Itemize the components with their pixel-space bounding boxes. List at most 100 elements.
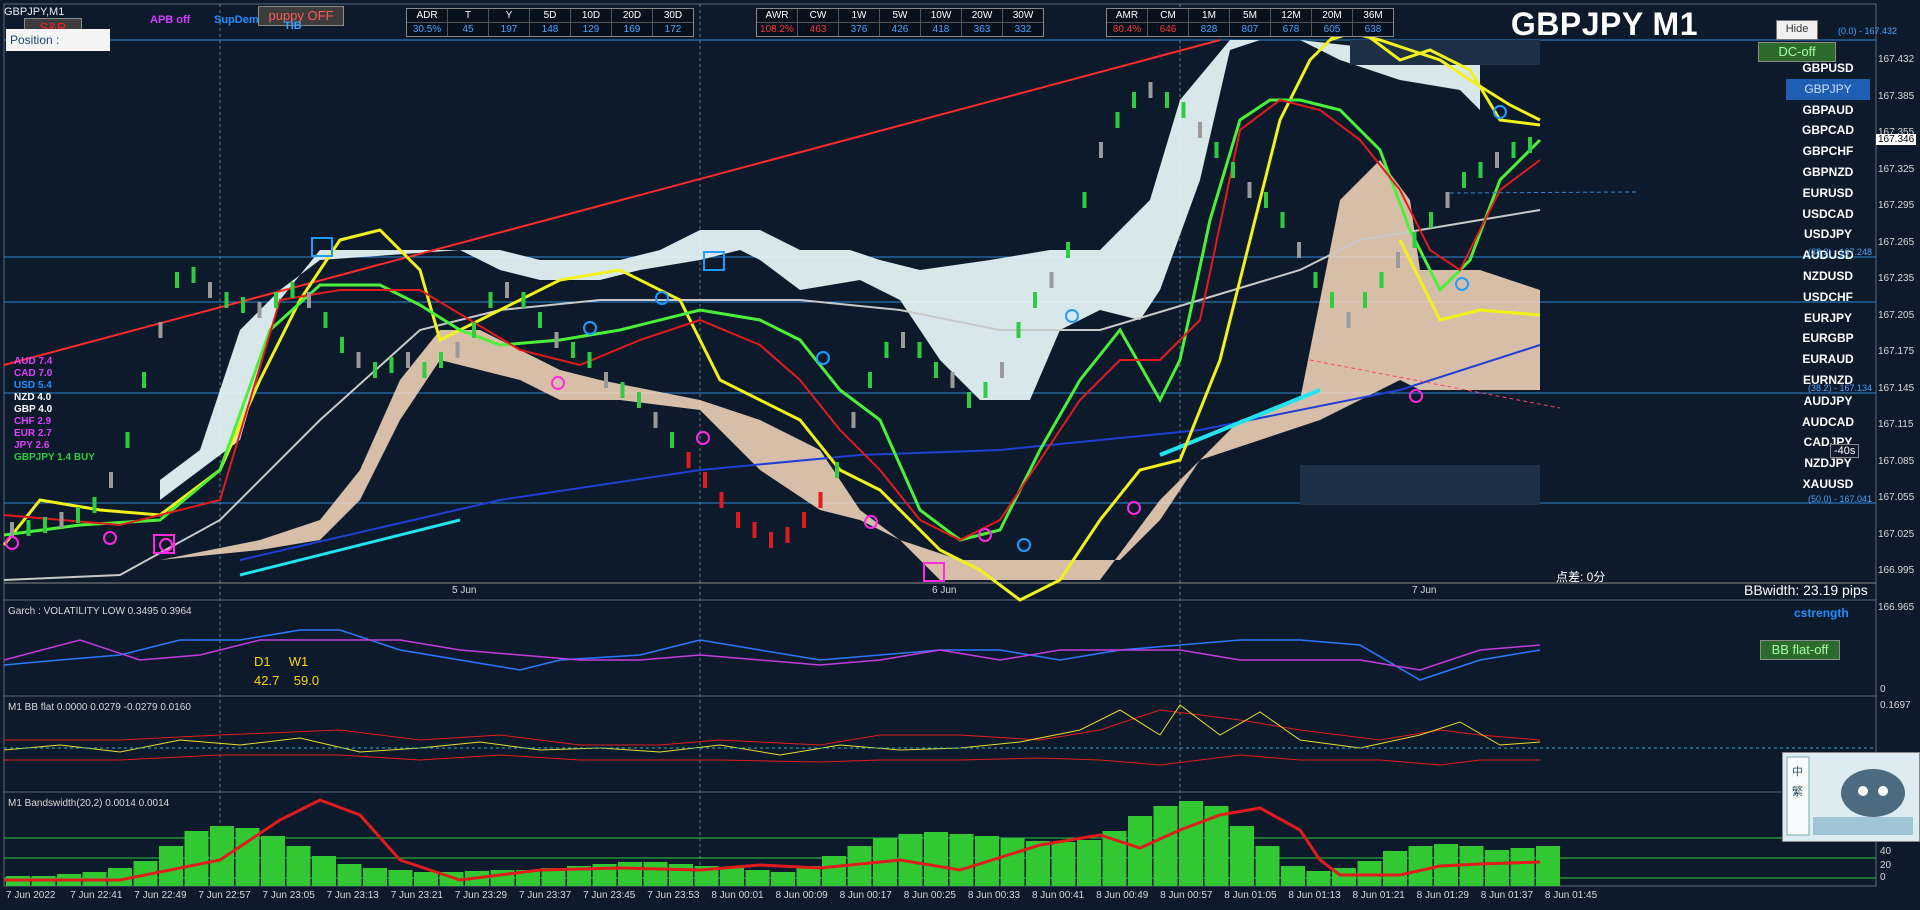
price-tick: 167.432 [1878,54,1915,65]
candle [1297,242,1301,258]
bandswidth-bar [1383,851,1407,886]
stat-cell: 5W 426 [880,9,921,36]
time-tick: 7 Jun 23:29 [454,890,508,901]
stat-cell: 10W 418 [921,9,962,36]
candle [10,522,14,538]
candle [389,357,394,373]
bbflat-toggle-button[interactable]: BB flat-off [1760,640,1840,660]
stat-header: 1W [839,9,879,23]
pair-item-usdchf[interactable]: USDCHF [1786,287,1870,308]
pair-item-audcad[interactable]: AUDCAD [1786,412,1870,433]
pair-item-eurusd[interactable]: EURUSD [1786,183,1870,204]
candle [422,362,427,378]
candle [934,362,938,378]
candle [983,382,988,398]
candle [1033,292,1037,308]
pair-item-usdjpy[interactable]: USDJPY [1786,224,1870,245]
stat-value: 80.4% [1112,24,1142,35]
pair-item-gbpusd[interactable]: GBPUSD [1786,58,1870,79]
stat-value: 45 [462,24,474,35]
price-tick: 167.175 [1878,346,1915,357]
time-tick: 8 Jun 01:45 [1544,890,1598,901]
bandswidth-bar [1485,850,1509,886]
bbflat-title: M1 BB flat 0.0000 0.0279 -0.0279 0.0160 [8,702,191,713]
bandswidth-bar [1153,806,1178,886]
bandswidth-bar [1536,846,1560,886]
bandswidth-bar [1408,846,1433,886]
stats-daily: ADR 30.5% T 45 Y 197 5D 148 10D 129 20D 169 30D 172 [406,8,694,37]
candle [191,267,196,283]
stat-header: AWR [757,9,797,23]
candle [769,532,773,548]
candle [1132,92,1136,108]
candle [670,432,674,448]
candle [142,372,146,388]
candle [406,352,410,368]
chart-canvas[interactable] [0,0,1920,910]
candle [373,362,377,378]
time-tick: 7 Jun 23:13 [326,890,379,901]
stat-cell: 1W 376 [839,9,880,36]
candle [571,342,575,358]
candle [1214,142,1219,158]
stat-cell: 1M 828 [1189,9,1230,36]
pair-item-eurjpy[interactable]: EURJPY [1786,308,1870,329]
currency-strength-item: USD 5.4 [14,380,52,391]
price-tick: 167.205 [1878,309,1915,321]
candle [455,342,460,358]
bandswidth-bar [720,868,744,886]
time-tick: 8 Jun 01:29 [1416,890,1469,901]
price-tick: 167.145 [1878,382,1915,394]
candle [109,472,113,488]
candle [26,520,31,536]
stats-monthly: AMR 80.4% CM 646 1M 828 5M 807 12M 678 20M 605 36M 63… [1106,8,1394,37]
candle [290,282,295,298]
pair-list: GBPUSD GBPJPY GBPAUD GBPCAD GBPCHF GBPNZD EURU… [1786,58,1870,495]
time-tick: 8 Jun 01:05 [1224,890,1277,901]
currency-strength-item: CHF 2.9 [14,416,52,427]
bandswidth-bar [1051,842,1076,886]
thumbnail-widget[interactable]: 中 繁 [1782,752,1920,842]
bar-timer: -40s [1830,444,1860,458]
pair-item-nzdusd[interactable]: NZDUSD [1786,266,1870,287]
candle [736,512,740,528]
candle [1000,362,1004,378]
pair-item-xauusd[interactable]: XAUUSD [1786,474,1870,495]
apb-toggle[interactable]: APB off [150,14,190,26]
bandswidth-bar [337,864,362,886]
tib-toggle[interactable]: TIB [284,20,302,32]
candle [1330,292,1334,308]
stat-header: 5M [1230,9,1270,23]
pair-item-audjpy[interactable]: AUDJPY [1786,391,1870,412]
time-tick: 8 Jun 00:09 [775,890,828,901]
price-tick: 167.295 [1878,200,1915,211]
candle [587,352,592,368]
pair-item-usdcad[interactable]: USDCAD [1786,204,1870,225]
candle [1445,192,1450,208]
candle [554,332,559,348]
stat-value: 638 [1364,24,1382,35]
pair-item-eurgbp[interactable]: EURGBP [1786,328,1870,349]
hide-button[interactable]: Hide [1776,20,1818,40]
stat-header: 20D [612,9,652,23]
time-tick: 8 Jun 01:21 [1352,890,1405,901]
pair-item-euraud[interactable]: EURAUD [1786,349,1870,370]
pair-item-gbpchf[interactable]: GBPCHF [1786,141,1870,162]
stat-header: 12M [1271,9,1311,23]
candle [307,292,311,308]
candle [1412,232,1417,248]
stat-value: 646 [1159,24,1177,35]
pair-item-gbpjpy[interactable]: GBPJPY [1786,78,1870,100]
pair-item-gbpaud[interactable]: GBPAUD [1786,100,1870,121]
candle [43,517,47,533]
time-tick: 8 Jun 00:01 [711,890,764,901]
candle [917,342,922,358]
pair-item-gbpcad[interactable]: GBPCAD [1786,120,1870,141]
supdem-toggle[interactable]: SupDem [214,14,259,26]
stat-cell: 20W 363 [962,9,1003,36]
day-label: 6 Jun [932,585,957,596]
stat-cell: 30W 332 [1003,9,1043,36]
pair-item-gbpnzd[interactable]: GBPNZD [1786,162,1870,183]
bandswidth-title: M1 Bandswidth(20,2) 0.0014 0.0014 [8,798,170,809]
currency-strength-panel: AUD 7.4 CAD 7.0 USD 5.4 NZD 4.0 GBP 4.0 CHF 2… [14,356,95,464]
